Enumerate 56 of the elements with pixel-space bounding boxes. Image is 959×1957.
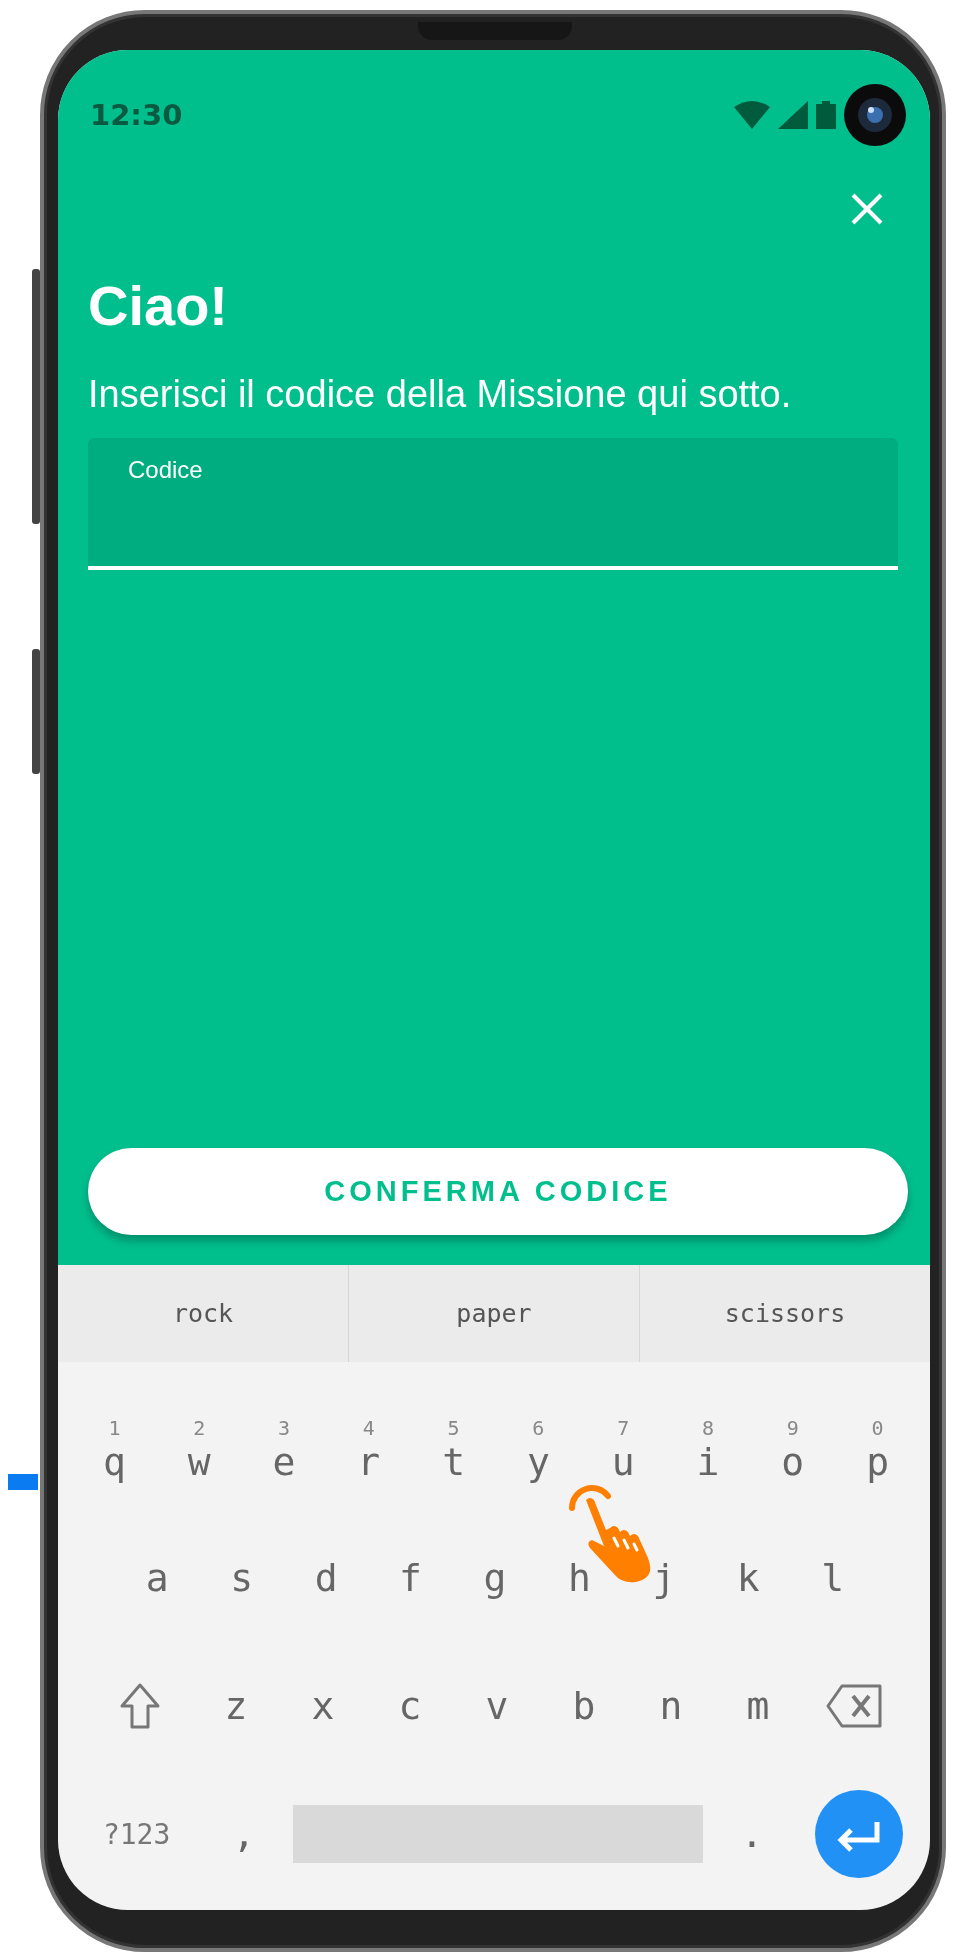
enter-icon[interactable] [815,1790,904,1878]
letter-key[interactable]: t [442,1440,466,1484]
letter-key[interactable]: s [230,1556,254,1600]
key-hint: 6 [532,1416,545,1440]
letter-key[interactable]: , [232,1812,256,1856]
letter-key[interactable]: . [740,1812,764,1856]
key-hint: 9 [786,1416,799,1440]
letter-key[interactable]: g [483,1556,507,1600]
key-hint: 7 [617,1416,630,1440]
letter-key[interactable]: c [398,1684,422,1728]
letter-key[interactable]: k [736,1556,760,1600]
suggestion-item[interactable]: paper [348,1265,639,1362]
letter-key[interactable]: n [659,1684,683,1728]
letter-key[interactable]: x [311,1684,335,1728]
letter-key[interactable]: w [187,1440,211,1484]
key-hint: 0 [871,1416,884,1440]
shift-icon[interactable] [119,1682,162,1730]
letter-key[interactable]: m [746,1684,770,1728]
letter-key[interactable]: f [399,1556,422,1600]
key-hint: 8 [701,1416,714,1440]
letter-key[interactable]: d [314,1556,338,1600]
close-icon[interactable] [850,192,884,226]
letter-key[interactable]: y [526,1440,550,1484]
key-hint: 3 [277,1416,290,1440]
battery-icon [816,101,836,129]
code-input-field[interactable]: Codice [88,438,898,570]
letter-key[interactable]: l [821,1556,845,1600]
letter-key[interactable]: j [652,1556,676,1600]
letter-key[interactable]: p [866,1440,889,1484]
key-hint: 5 [447,1416,460,1440]
greeting-title: Ciao! [88,276,229,336]
wifi-icon [734,101,770,129]
letter-key[interactable]: u [611,1440,635,1484]
letter-key[interactable]: e [272,1440,296,1484]
symbols-key[interactable]: ?123 [102,1817,171,1851]
letter-key[interactable]: v [485,1684,509,1728]
indicator-mark [8,1474,38,1490]
letter-key[interactable]: a [145,1556,169,1600]
backspace-icon[interactable] [825,1684,882,1728]
letter-key[interactable]: r [357,1440,381,1484]
key-hint: 1 [108,1416,121,1440]
suggestion-item[interactable]: rock [58,1265,348,1362]
letter-key[interactable]: b [572,1684,596,1728]
suggestion-item[interactable]: scissors [639,1265,930,1362]
key-hint: 4 [362,1416,375,1440]
letter-key[interactable]: h [567,1556,591,1600]
instruction-text: Inserisci il codice della Missione qui sotto. [88,372,793,416]
field-label: Codice [128,456,203,484]
signal-icon [778,101,808,129]
camera-lens-icon [844,84,906,146]
letter-key[interactable]: i [696,1440,720,1484]
letter-key[interactable]: q [102,1440,126,1484]
letter-key[interactable]: o [781,1440,805,1484]
status-time: 12:30 [90,98,183,132]
key-hint: 2 [193,1416,206,1440]
letter-key[interactable]: z [224,1684,248,1728]
